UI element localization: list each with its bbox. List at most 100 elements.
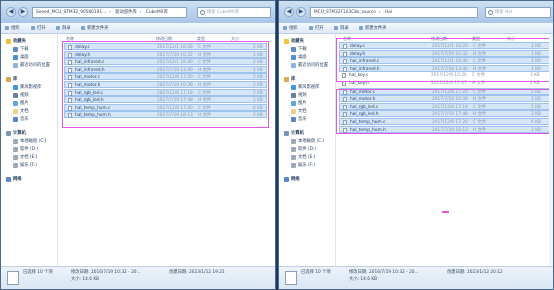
nav-libraries[interactable]: 库 bbox=[6, 76, 17, 83]
nav-drive-f[interactable]: 娱乐 (F:) bbox=[291, 162, 315, 169]
nav-drive-d[interactable]: 软件 (D:) bbox=[13, 146, 38, 153]
file-row[interactable]: hal_infrared.c 2017/12/1 16:40 C 文件 2 KB bbox=[64, 58, 267, 66]
nav-network[interactable]: 网络 bbox=[284, 176, 300, 183]
breadcrumb[interactable]: Hal bbox=[385, 10, 392, 15]
file-row[interactable]: hal_key.c 2017/12/9 10:20 C 文件 3 KB bbox=[339, 72, 551, 79]
file-size: 2 KB bbox=[253, 113, 263, 119]
left-explorer-window: ◀ ▶ Seeed_MCU_STM32_90580191... › 驱动部件库 › … bbox=[0, 0, 276, 290]
file-icon bbox=[68, 90, 72, 96]
file-date: 2017/12/9 10:20 bbox=[431, 73, 467, 79]
vertical-scrollbar[interactable] bbox=[549, 34, 553, 266]
file-row[interactable]: hal_temp_hum.h 2017/7/19 18:13 H 文件 2 KB bbox=[64, 111, 267, 119]
nav-lib-music[interactable]: 音乐 bbox=[13, 116, 29, 123]
file-row[interactable]: hal_motor.h 2017/7/19 10:39 H 文件 2 KB bbox=[339, 95, 551, 103]
breadcrumb[interactable]: MCU_STM32F103C8x_source bbox=[314, 10, 376, 15]
back-icon[interactable]: ◀ bbox=[6, 7, 16, 17]
column-header-name[interactable]: 名称 bbox=[66, 35, 74, 42]
file-row[interactable]: hal_infrared.h 2017/7/19 13:40 H 文件 1 KB bbox=[339, 64, 551, 72]
nav-lib-baofeng[interactable]: 暴风影视库 bbox=[291, 84, 319, 91]
nav-lib-documents[interactable]: 文档 bbox=[13, 108, 29, 115]
left-toolbar: 组织 打开 刻录 新建文件夹 bbox=[1, 23, 275, 34]
right-search-input[interactable]: 搜索 Hal bbox=[485, 7, 551, 18]
nav-lib-music[interactable]: 音乐 bbox=[291, 116, 307, 123]
left-search-input[interactable]: 搜索 CubeMX库 bbox=[197, 7, 271, 18]
file-row[interactable]: delay.h 2017/7/19 10:32 H 文件 1 KB bbox=[64, 50, 267, 58]
nav-downloads[interactable]: 下载 bbox=[13, 46, 29, 53]
forward-icon[interactable]: ▶ bbox=[296, 7, 306, 17]
nav-network[interactable]: 网络 bbox=[6, 176, 22, 183]
nav-lib-baofeng[interactable]: 暴风影视库 bbox=[13, 84, 41, 91]
burn-button[interactable]: 刻录 bbox=[334, 23, 349, 34]
nav-favorites[interactable]: 收藏夹 bbox=[6, 38, 26, 45]
nav-libraries[interactable]: 库 bbox=[284, 76, 295, 83]
nav-recent[interactable]: 最近访问的位置 bbox=[13, 62, 50, 69]
nav-drive-c[interactable]: 本地磁盘 (C:) bbox=[13, 138, 46, 145]
new-folder-button[interactable]: 新建文件夹 bbox=[81, 23, 108, 34]
nav-desktop[interactable]: 桌面 bbox=[291, 54, 307, 61]
nav-favorites[interactable]: 收藏夹 bbox=[284, 38, 304, 45]
file-row[interactable]: hal_rgb_led.h 2017/7/19 17:48 H 文件 2 KB bbox=[339, 110, 551, 118]
nav-recent[interactable]: 最近访问的位置 bbox=[291, 62, 328, 69]
left-address-bar[interactable]: Seeed_MCU_STM32_90580191... › 驱动部件库 › Cube… bbox=[32, 7, 187, 18]
search-icon bbox=[200, 10, 205, 15]
file-row[interactable]: hal_temp_hum.h 2017/7/19 18:13 H 文件 2 KB bbox=[339, 125, 551, 133]
nav-lib-pictures[interactable]: 图片 bbox=[13, 100, 29, 107]
nav-downloads[interactable]: 下载 bbox=[291, 46, 307, 53]
column-header-date[interactable]: 修改日期 bbox=[156, 35, 172, 42]
file-icon bbox=[68, 98, 72, 104]
open-button[interactable]: 打开 bbox=[31, 23, 46, 34]
breadcrumb[interactable]: 驱动部件库 bbox=[115, 10, 136, 15]
file-row[interactable]: delay.c 2017/12/1 16:28 C 文件 2 KB bbox=[64, 43, 267, 50]
nav-lib-videos[interactable]: 视频 bbox=[13, 92, 29, 99]
nav-lib-videos[interactable]: 视频 bbox=[291, 92, 307, 99]
forward-icon[interactable]: ▶ bbox=[18, 7, 28, 17]
back-icon[interactable]: ◀ bbox=[284, 7, 294, 17]
file-row[interactable]: hal_motor.h 2017/7/19 10:39 H 文件 2 KB bbox=[64, 81, 267, 88]
file-row[interactable]: hal_rgb_led.c 2017/12/6 17:19 C 文件 5 KB bbox=[339, 102, 551, 110]
recent-icon bbox=[13, 63, 18, 68]
right-address-bar[interactable]: MCU_STM32F103C8x_source › Hal bbox=[310, 7, 478, 18]
column-header-type[interactable]: 类型 bbox=[197, 35, 205, 42]
file-row[interactable]: hal_rgb_led.c 2017/12/6 17:19 C 文件 5 KB bbox=[64, 88, 267, 96]
file-row[interactable]: hal_key.h 2017/12/9 17:07 H 文件 2 KB bbox=[339, 80, 551, 87]
nav-lib-pictures[interactable]: 图片 bbox=[291, 100, 307, 107]
status-size: 大小: 14.6 KB bbox=[71, 277, 100, 282]
nav-desktop[interactable]: 桌面 bbox=[13, 54, 29, 61]
open-button[interactable]: 打开 bbox=[309, 23, 324, 34]
computer-icon bbox=[6, 131, 11, 136]
column-header-size[interactable]: 大小 bbox=[231, 35, 239, 42]
nav-drive-f[interactable]: 娱乐 (F:) bbox=[13, 162, 37, 169]
file-row[interactable]: hal_rgb_led.h 2017/7/19 17:48 H 文件 2 KB bbox=[64, 96, 267, 104]
file-row[interactable]: hal_infrared.c 2017/12/1 16:40 C 文件 2 KB bbox=[339, 57, 551, 65]
nav-drive-c[interactable]: 本地磁盘 (C:) bbox=[291, 138, 324, 145]
file-name: hal_key.h bbox=[349, 81, 369, 86]
column-header-size[interactable]: 大小 bbox=[507, 35, 515, 42]
breadcrumb[interactable]: Seeed_MCU_STM32_90580191... bbox=[36, 10, 106, 15]
column-header-name[interactable]: 名称 bbox=[343, 35, 351, 42]
drive-icon bbox=[13, 163, 18, 168]
file-row[interactable]: delay.h 2017/7/19 10:32 H 文件 1 KB bbox=[339, 49, 551, 57]
nav-drive-e[interactable]: 文档 (E:) bbox=[13, 154, 37, 161]
file-row[interactable]: hal_motor.c 2017/12/6 17:20 C 文件 5 KB bbox=[339, 87, 551, 95]
breadcrumb[interactable]: CubeMX库 bbox=[146, 10, 168, 15]
organize-button[interactable]: 组织 bbox=[5, 23, 20, 34]
column-header-date[interactable]: 修改日期 bbox=[431, 35, 447, 42]
picture-icon bbox=[13, 101, 18, 106]
file-row[interactable]: hal_temp_hum.c 2017/12/6 17:20 C 文件 6 KB bbox=[339, 118, 551, 125]
nav-computer[interactable]: 计算机 bbox=[6, 130, 26, 137]
nav-drive-e[interactable]: 文档 (E:) bbox=[291, 154, 315, 161]
column-header-type[interactable]: 类型 bbox=[472, 35, 480, 42]
organize-button[interactable]: 组织 bbox=[283, 23, 298, 34]
file-row[interactable]: hal_temp_hum.c 2017/12/6 17:20 C 文件 6 KB bbox=[64, 103, 267, 111]
file-row[interactable]: hal_motor.c 2017/12/6 17:20 C 文件 5 KB bbox=[64, 73, 267, 81]
burn-button[interactable]: 刻录 bbox=[56, 23, 71, 34]
nav-computer[interactable]: 计算机 bbox=[284, 130, 304, 137]
file-row[interactable]: delay.c 2017/12/1 16:20 C 文件 2 KB bbox=[339, 42, 551, 49]
nav-lib-documents[interactable]: 文档 bbox=[291, 108, 307, 115]
new-folder-button[interactable]: 新建文件夹 bbox=[359, 23, 386, 34]
drive-icon bbox=[291, 155, 296, 160]
file-row[interactable]: hal_infrared.h 2017/7/19 13:40 H 文件 1 KB bbox=[64, 65, 267, 73]
nav-drive-d[interactable]: 软件 (D:) bbox=[291, 146, 316, 153]
status-selected: 已选择 10 个项 bbox=[301, 270, 331, 275]
file-icon bbox=[7, 271, 19, 285]
